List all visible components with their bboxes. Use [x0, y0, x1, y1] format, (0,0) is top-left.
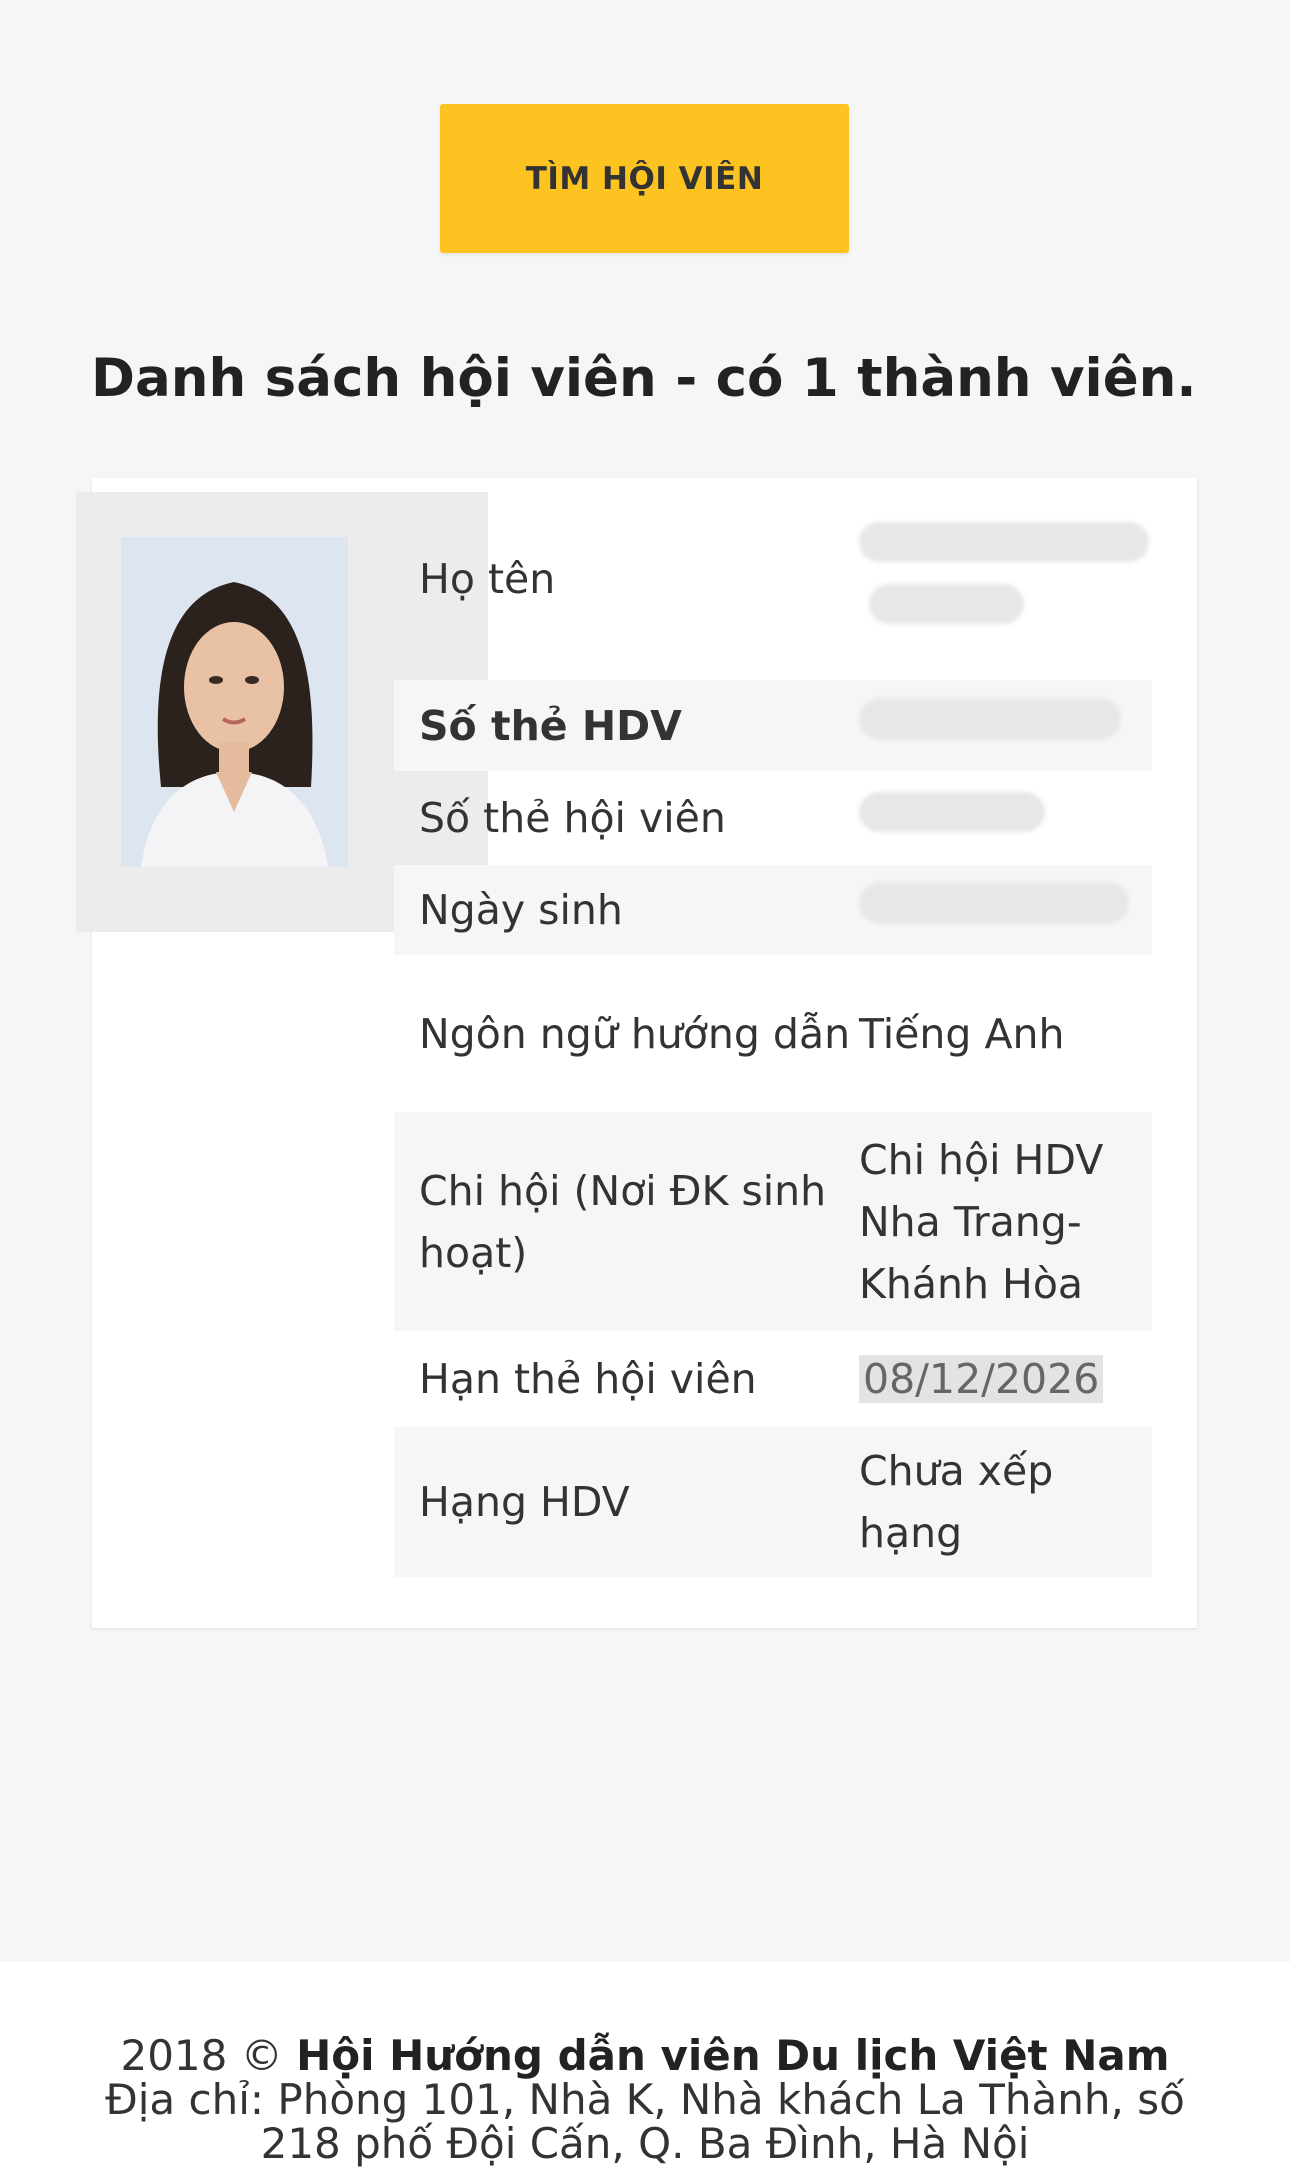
value-guide-language: Tiếng Anh [859, 1009, 1065, 1058]
label-guide-rank: Hạng HDV [419, 1478, 630, 1526]
member-info-table: Họ tên Số thẻ HDV Số thẻ hội viên Ngày s… [394, 478, 1152, 1577]
row-guide-language: Ngôn ngữ hướng dẫn Tiếng Anh [394, 955, 1152, 1112]
value-guide-rank: Chưa xếp hạng [859, 1447, 1054, 1557]
row-guide-rank: Hạng HDV Chưa xếp hạng [394, 1427, 1152, 1577]
card-expiry-date: 08/12/2026 [859, 1355, 1104, 1403]
value-birth-date [859, 879, 1152, 941]
label-branch: Chi hội (Nơi ĐK sinh hoạt) [419, 1166, 827, 1277]
label-member-card-number: Số thẻ hội viên [419, 794, 726, 842]
label-birth-date: Ngày sinh [419, 886, 623, 934]
value-card-expiry: 08/12/2026 [859, 1348, 1152, 1410]
row-member-card-number: Số thẻ hội viên [394, 771, 1152, 865]
label-guide-card-number: Số thẻ HDV [419, 701, 682, 750]
row-guide-card-number: Số thẻ HDV [394, 680, 1152, 771]
value-member-card-number [859, 787, 1152, 849]
value-guide-card-number [859, 695, 1152, 757]
footer: 2018 © Hội Hướng dẫn viên Du lịch Việt N… [0, 1962, 1290, 2169]
row-branch: Chi hội (Nơi ĐK sinh hoạt) Chi hội HDV N… [394, 1112, 1152, 1331]
row-card-expiry: Hạn thẻ hội viên 08/12/2026 [394, 1331, 1152, 1427]
label-card-expiry: Hạn thẻ hội viên [419, 1355, 757, 1403]
search-member-button[interactable]: TÌM HỘI VIÊN [440, 104, 849, 253]
member-card: Họ tên Số thẻ HDV Số thẻ hội viên Ngày s… [76, 478, 1197, 1628]
row-full-name: Họ tên [394, 478, 1152, 680]
value-full-name [859, 517, 1152, 641]
label-full-name: Họ tên [419, 555, 556, 603]
footer-year: 2018 © [120, 2031, 283, 2080]
label-guide-language: Ngôn ngữ hướng dẫn [419, 1009, 851, 1058]
member-photo [121, 537, 348, 867]
footer-copyright: 2018 © Hội Hướng dẫn viên Du lịch Việt N… [0, 1962, 1290, 2078]
footer-org-name: Hội Hướng dẫn viên Du lịch Việt Nam [296, 2031, 1170, 2080]
footer-address: Địa chỉ: Phòng 101, Nhà K, Nhà khách La … [105, 2075, 1185, 2168]
member-list-title: Danh sách hội viên - có 1 thành viên. [91, 348, 1197, 409]
value-branch: Chi hội HDV Nha Trang-Khánh Hòa [859, 1135, 1104, 1308]
row-birth-date: Ngày sinh [394, 865, 1152, 955]
